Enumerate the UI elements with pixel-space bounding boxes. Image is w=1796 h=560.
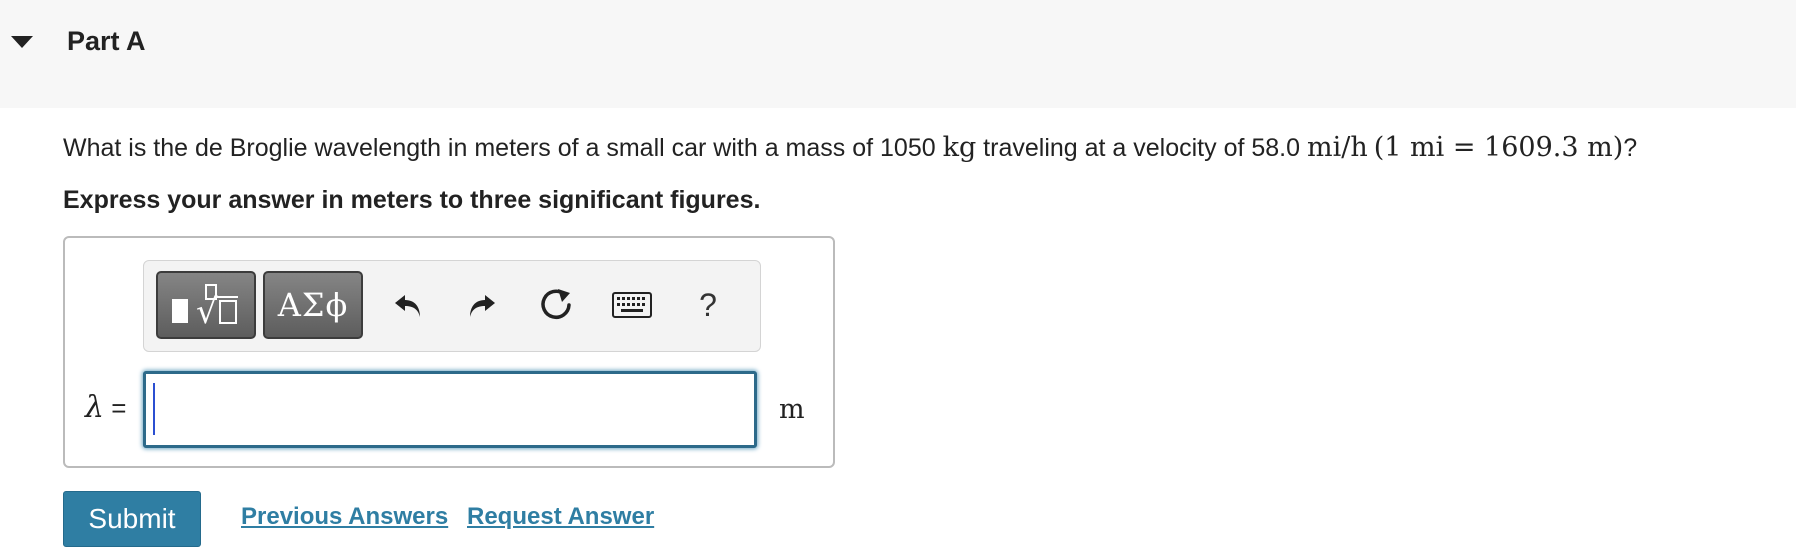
part-title: Part A bbox=[67, 26, 146, 56]
undo-icon[interactable] bbox=[382, 279, 434, 331]
mass-unit: kg bbox=[942, 132, 977, 163]
symbols-button[interactable]: ΑΣϕ bbox=[263, 271, 363, 339]
collapse-triangle-icon[interactable] bbox=[10, 34, 34, 50]
request-answer-link[interactable]: Request Answer bbox=[467, 503, 654, 531]
reset-icon[interactable] bbox=[530, 279, 582, 331]
question-text-middle: traveling at a velocity of 58.0 bbox=[976, 134, 1307, 162]
unit-label: m bbox=[779, 394, 805, 425]
instruction-text: Express your answer in meters to three s… bbox=[63, 186, 761, 214]
part-header: Part A bbox=[0, 0, 1796, 108]
math-toolbar: √ ΑΣϕ ? bbox=[143, 260, 761, 352]
question-text-before: What is the de Broglie wavelength in met… bbox=[63, 134, 943, 162]
keyboard-icon[interactable] bbox=[606, 279, 658, 331]
answer-input[interactable] bbox=[143, 371, 757, 448]
templates-button[interactable]: √ bbox=[156, 271, 256, 339]
submit-button[interactable]: Submit bbox=[63, 491, 201, 547]
templates-icon: √ bbox=[172, 284, 238, 332]
conversion-formula: (1 mi = 1609.3 m) bbox=[1373, 132, 1624, 163]
velocity-unit: mi/h bbox=[1306, 132, 1368, 163]
previous-answers-link[interactable]: Previous Answers bbox=[241, 503, 448, 531]
question-text-end: ? bbox=[1623, 134, 1638, 162]
text-caret bbox=[153, 383, 155, 435]
redo-icon[interactable] bbox=[456, 279, 508, 331]
variable-label: λ = bbox=[85, 390, 126, 425]
equals-sign: = bbox=[104, 393, 127, 423]
question-text: What is the de Broglie wavelength in met… bbox=[63, 132, 1783, 163]
lambda-symbol: λ bbox=[85, 390, 105, 425]
help-icon[interactable]: ? bbox=[682, 279, 734, 331]
answer-box: √ ΑΣϕ ? λ = m bbox=[63, 236, 835, 468]
